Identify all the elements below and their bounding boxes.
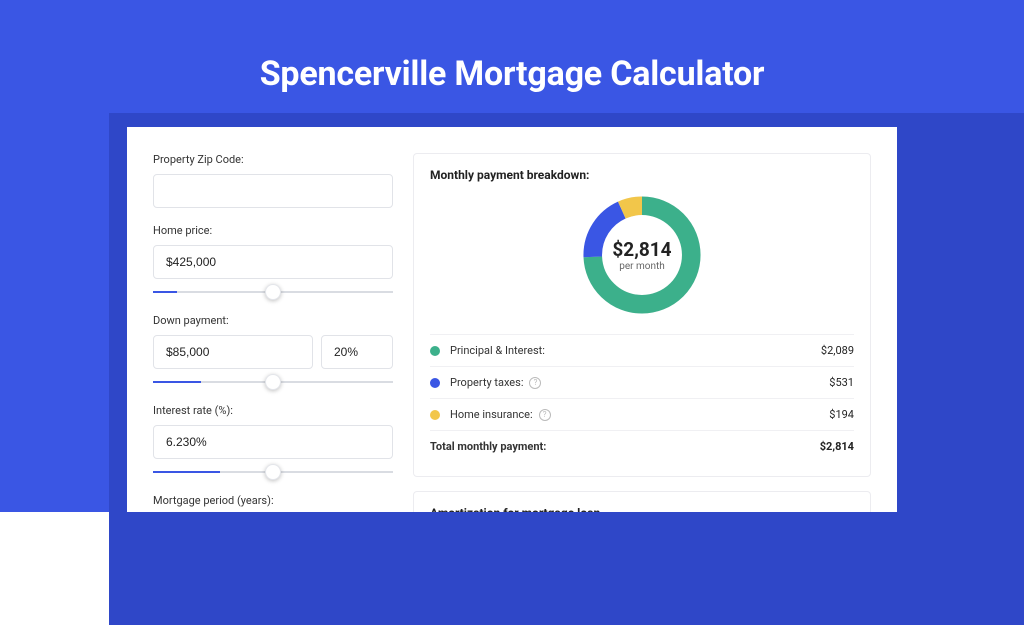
- down-payment-pct-input[interactable]: [321, 335, 393, 369]
- results-panel: Monthly payment breakdown: $2,814 per mo…: [413, 153, 871, 512]
- down-payment-input[interactable]: [153, 335, 313, 369]
- info-icon[interactable]: ?: [529, 377, 541, 389]
- legend-label-total: Total monthly payment:: [430, 440, 820, 453]
- zip-label: Property Zip Code:: [153, 153, 393, 166]
- legend-row-principal: Principal & Interest: $2,089: [430, 334, 854, 366]
- home-price-slider[interactable]: [153, 291, 393, 293]
- period-label: Mortgage period (years):: [153, 494, 393, 507]
- zip-field-group: Property Zip Code:: [153, 153, 393, 208]
- home-price-group: Home price:: [153, 224, 393, 298]
- legend-val-taxes: $531: [829, 376, 854, 389]
- dot-principal: [430, 346, 440, 356]
- breakdown-heading: Monthly payment breakdown:: [430, 168, 854, 182]
- interest-input[interactable]: [153, 425, 393, 459]
- home-price-input[interactable]: [153, 245, 393, 279]
- calculator-card: Property Zip Code: Home price: Down paym…: [127, 127, 897, 512]
- legend-val-insurance: $194: [829, 408, 854, 421]
- donut-center-amount: $2,814: [612, 238, 671, 261]
- home-price-label: Home price:: [153, 224, 393, 237]
- legend-val-total: $2,814: [820, 440, 854, 453]
- legend-row-taxes: Property taxes: ? $531: [430, 366, 854, 398]
- form-panel: Property Zip Code: Home price: Down paym…: [153, 153, 393, 512]
- legend-label-insurance: Home insurance: ?: [450, 408, 829, 421]
- down-payment-group: Down payment:: [153, 314, 393, 388]
- interest-label: Interest rate (%):: [153, 404, 393, 417]
- legend-row-total: Total monthly payment: $2,814: [430, 430, 854, 462]
- down-payment-label: Down payment:: [153, 314, 393, 327]
- donut-wrap: $2,814 per month: [430, 190, 854, 320]
- zip-input[interactable]: [153, 174, 393, 208]
- info-icon[interactable]: ?: [539, 409, 551, 421]
- dot-insurance: [430, 410, 440, 420]
- legend-val-principal: $2,089: [821, 344, 854, 357]
- period-group: Mortgage period (years): 10 15 20 30: [153, 494, 393, 512]
- page-title: Spencerville Mortgage Calculator: [0, 54, 1024, 94]
- legend-label-principal: Principal & Interest:: [450, 344, 821, 357]
- interest-group: Interest rate (%):: [153, 404, 393, 478]
- legend-label-taxes: Property taxes: ?: [450, 376, 829, 389]
- legend-row-insurance: Home insurance: ? $194: [430, 398, 854, 430]
- amortization-heading: Amortization for mortgage loan: [430, 506, 854, 512]
- interest-slider[interactable]: [153, 471, 393, 473]
- donut-center-sub: per month: [612, 261, 671, 272]
- dot-taxes: [430, 378, 440, 388]
- amortization-panel: Amortization for mortgage loan Amortizat…: [413, 491, 871, 512]
- down-payment-slider[interactable]: [153, 381, 393, 383]
- breakdown-panel: Monthly payment breakdown: $2,814 per mo…: [413, 153, 871, 477]
